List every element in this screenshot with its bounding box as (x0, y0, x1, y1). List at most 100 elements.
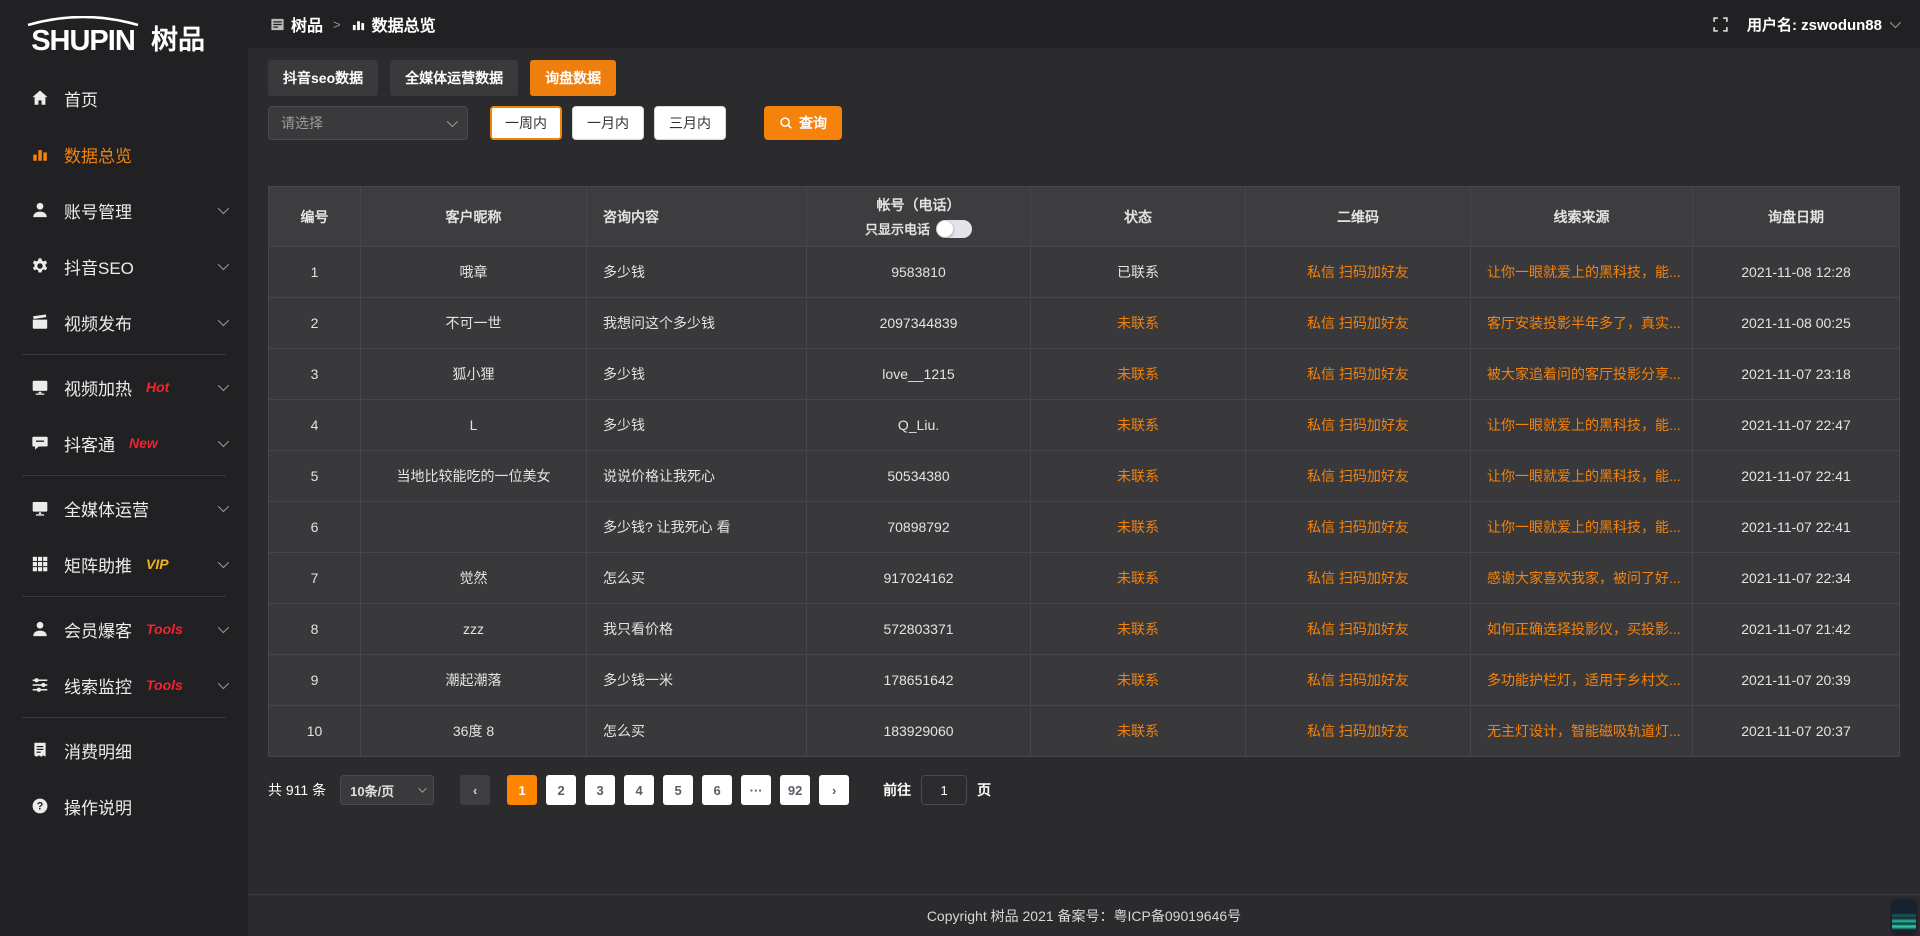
user-menu[interactable]: 用户名: zswodun88 (1747, 14, 1898, 35)
source-link[interactable]: 多功能护栏灯，适用于乡村文... (1471, 655, 1693, 706)
source-link[interactable]: 让你一眼就爱上的黑科技，能... (1471, 451, 1693, 502)
sidebar-item-data-overview[interactable]: 数据总览 (0, 126, 248, 182)
page-button-1[interactable]: 1 (507, 775, 537, 805)
sidebar-divider (22, 596, 226, 597)
cell-nickname: 36度 8 (361, 706, 587, 757)
qrcode-link[interactable]: 私信 扫码加好友 (1246, 706, 1471, 757)
qrcode-link[interactable]: 私信 扫码加好友 (1246, 349, 1471, 400)
phone-only-toggle[interactable] (936, 220, 972, 238)
cell-no: 8 (269, 604, 361, 655)
report-icon (270, 17, 285, 32)
breadcrumb-root[interactable]: 树品 (291, 12, 323, 36)
tab-media-operation-data[interactable]: 全媒体运营数据 (390, 60, 518, 96)
sidebar-item-label: 消费明细 (64, 738, 132, 763)
cell-account: 2097344839 (807, 298, 1031, 349)
sidebar-item-video-publish[interactable]: 视频发布 (0, 294, 248, 350)
cell-content: 说说价格让我死心 (587, 451, 807, 502)
goto-page-input[interactable] (921, 775, 967, 805)
column-header-1: 客户昵称 (361, 187, 587, 247)
sidebar-item-matrix-boost[interactable]: 矩阵助推VIP (0, 536, 248, 592)
qrcode-link[interactable]: 私信 扫码加好友 (1246, 604, 1471, 655)
period-buttons: 一周内一月内三月内 (490, 106, 726, 140)
qrcode-link[interactable]: 私信 扫码加好友 (1246, 298, 1471, 349)
topbar: 树品 > 数据总览 用户名: zswodun88 (248, 0, 1920, 48)
page-button-4[interactable]: 4 (624, 775, 654, 805)
sidebar-item-douyin-seo[interactable]: 抖音SEO (0, 238, 248, 294)
user-icon (30, 200, 50, 220)
tab-inquiry-data[interactable]: 询盘数据 (530, 60, 616, 96)
source-link[interactable]: 如何正确选择投影仪，买投影... (1471, 604, 1693, 655)
fullscreen-icon[interactable] (1712, 16, 1729, 33)
floating-widget[interactable] (1892, 900, 1916, 934)
page-button-92[interactable]: 92 (780, 775, 810, 805)
source-link[interactable]: 让你一眼就爱上的黑科技，能... (1471, 502, 1693, 553)
period-button-one-week[interactable]: 一周内 (490, 106, 562, 140)
period-button-one-month[interactable]: 一月内 (572, 106, 644, 140)
svg-text:?: ? (37, 801, 44, 813)
source-link[interactable]: 无主灯设计，智能磁吸轨道灯... (1471, 706, 1693, 757)
sidebar-divider (22, 717, 226, 718)
column-header-4: 状态 (1031, 187, 1246, 247)
sidebar-item-home[interactable]: 首页 (0, 70, 248, 126)
cell-date: 2021-11-07 22:41 (1693, 502, 1900, 553)
sidebar-item-account-management[interactable]: 账号管理 (0, 182, 248, 238)
sidebar-item-member-burst[interactable]: 会员爆客Tools (0, 601, 248, 657)
page-button-2[interactable]: 2 (546, 775, 576, 805)
cell-content: 多少钱 (587, 400, 807, 451)
sidebar-item-media-operation[interactable]: 全媒体运营 (0, 480, 248, 536)
page-button-3[interactable]: 3 (585, 775, 615, 805)
filter-bar: 请选择 一周内一月内三月内 查询 (268, 106, 1900, 140)
qrcode-link[interactable]: 私信 扫码加好友 (1246, 502, 1471, 553)
copyright-text: Copyright 树品 2021 备案号：粤ICP备09019646号 (927, 906, 1241, 926)
sidebar-item-video-heating[interactable]: 视频加热Hot (0, 359, 248, 415)
cell-account: 572803371 (807, 604, 1031, 655)
grid-icon (30, 554, 50, 574)
cell-nickname: L (361, 400, 587, 451)
filter-select[interactable]: 请选择 (268, 106, 468, 140)
qrcode-link[interactable]: 私信 扫码加好友 (1246, 451, 1471, 502)
period-button-three-months[interactable]: 三月内 (654, 106, 726, 140)
tab-douyin-seo-data[interactable]: 抖音seo数据 (268, 60, 378, 96)
chevron-down-icon (1890, 17, 1901, 28)
more-pages-button[interactable]: ··· (741, 775, 771, 805)
cell-no: 2 (269, 298, 361, 349)
page-button-6[interactable]: 6 (702, 775, 732, 805)
table-row: 4L多少钱Q_Liu.未联系私信 扫码加好友让你一眼就爱上的黑科技，能...20… (269, 400, 1900, 451)
source-link[interactable]: 感谢大家喜欢我家，被问了好... (1471, 553, 1693, 604)
prev-page-button[interactable]: ‹ (460, 775, 490, 805)
page-button-5[interactable]: 5 (663, 775, 693, 805)
cell-account: love__1215 (807, 349, 1031, 400)
qrcode-link[interactable]: 私信 扫码加好友 (1246, 247, 1471, 298)
sidebar-item-consume-detail[interactable]: 消费明细 (0, 722, 248, 778)
sidebar-item-label: 首页 (64, 86, 98, 111)
cell-date: 2021-11-07 22:41 (1693, 451, 1900, 502)
search-icon (779, 116, 793, 130)
sidebar-item-douketong[interactable]: 抖客通New (0, 415, 248, 471)
cell-no: 7 (269, 553, 361, 604)
source-link[interactable]: 让你一眼就爱上的黑科技，能... (1471, 247, 1693, 298)
qrcode-link[interactable]: 私信 扫码加好友 (1246, 553, 1471, 604)
qrcode-link[interactable]: 私信 扫码加好友 (1246, 400, 1471, 451)
sidebar-item-label: 抖音SEO (64, 254, 134, 279)
source-link[interactable]: 被大家追着问的客厅投影分享... (1471, 349, 1693, 400)
sidebar-item-operation-guide[interactable]: ?操作说明 (0, 778, 248, 834)
chevron-down-icon (218, 259, 229, 270)
table-header: 编号客户昵称咨询内容帐号（电话）只显示电话状态二维码线索来源询盘日期 (269, 187, 1900, 247)
source-link[interactable]: 让你一眼就爱上的黑科技，能... (1471, 400, 1693, 451)
cell-account: 183929060 (807, 706, 1031, 757)
source-link[interactable]: 客厅安装投影半年多了，真实... (1471, 298, 1693, 349)
column-header-5: 二维码 (1246, 187, 1471, 247)
search-button[interactable]: 查询 (764, 106, 842, 140)
next-page-button[interactable]: › (819, 775, 849, 805)
status-badge: 未联系 (1031, 349, 1246, 400)
page-size-select[interactable]: 10条/页 (340, 775, 434, 805)
cell-no: 6 (269, 502, 361, 553)
column-header-2: 咨询内容 (587, 187, 807, 247)
table-row: 3狐小狸多少钱love__1215未联系私信 扫码加好友被大家追着问的客厅投影分… (269, 349, 1900, 400)
cell-date: 2021-11-08 12:28 (1693, 247, 1900, 298)
chevron-down-icon (218, 557, 229, 568)
qrcode-link[interactable]: 私信 扫码加好友 (1246, 655, 1471, 706)
sidebar-item-clue-monitor[interactable]: 线索监控Tools (0, 657, 248, 713)
logo-text-en: SHUPIN (31, 27, 135, 56)
cell-date: 2021-11-08 00:25 (1693, 298, 1900, 349)
